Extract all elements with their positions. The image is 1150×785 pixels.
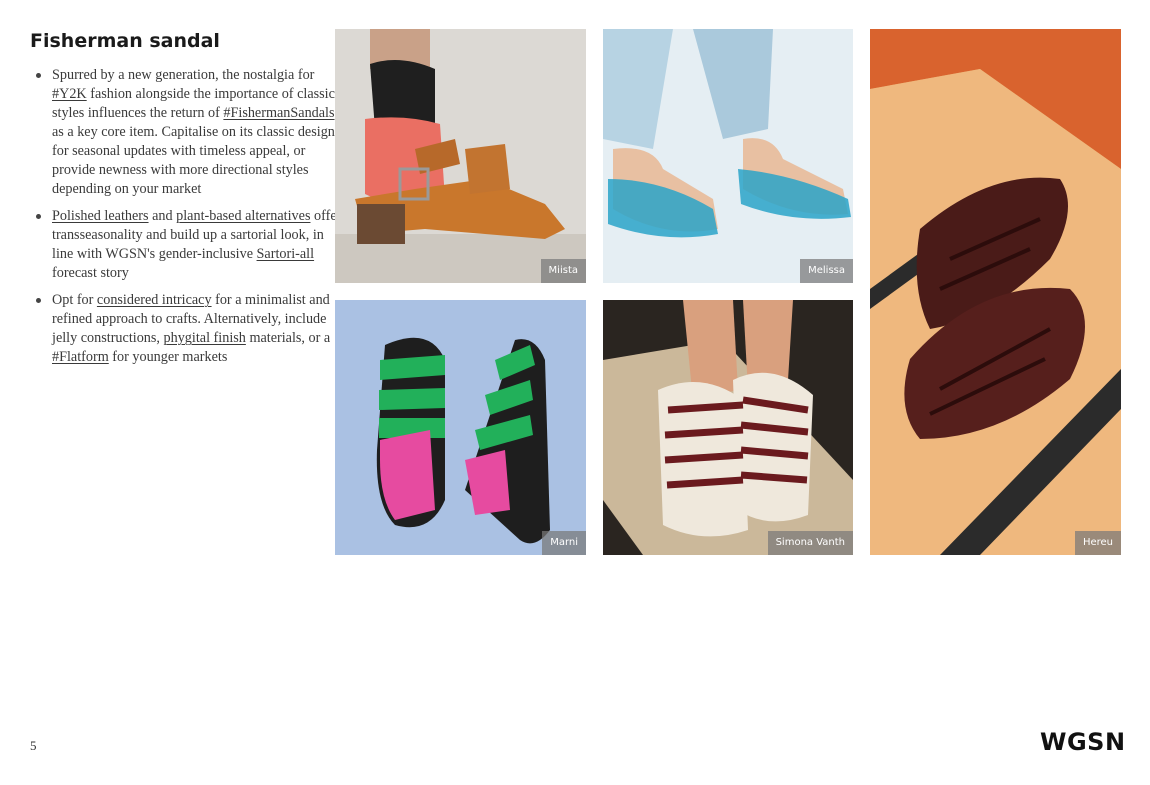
bullet-text: Opt for bbox=[52, 292, 97, 308]
bullet-item: Spurred by a new generation, the nostalg… bbox=[36, 66, 344, 199]
hashtag-link[interactable]: #Y2K bbox=[52, 86, 87, 102]
photo-credit: Melissa bbox=[800, 259, 853, 283]
hashtag-link[interactable]: plant-based alternatives bbox=[176, 208, 310, 224]
photo-marni: Marni bbox=[335, 300, 586, 555]
bullet-text: for younger markets bbox=[108, 349, 228, 365]
hashtag-link[interactable]: considered intricacy bbox=[97, 292, 212, 308]
photo-credit: Marni bbox=[542, 531, 586, 555]
photo-melissa: Melissa bbox=[603, 29, 853, 283]
bullet-list: Spurred by a new generation, the nostalg… bbox=[30, 66, 344, 375]
bullet-text: Spurred by a new generation, the nostalg… bbox=[52, 67, 315, 83]
photo-simona-vanth: Simona Vanth bbox=[603, 300, 853, 555]
hashtag-link[interactable]: phygital finish bbox=[164, 330, 246, 346]
page-number: 5 bbox=[30, 738, 37, 753]
bullet-text: materials, or a bbox=[245, 330, 331, 346]
photo-credit: Hereu bbox=[1074, 531, 1121, 555]
photo-credit: Miista bbox=[540, 259, 586, 283]
bullet-item: Polished leathers and plant-based altern… bbox=[36, 207, 344, 283]
bullet-text: forecast story bbox=[52, 265, 129, 281]
photo-miista: Miista bbox=[335, 29, 586, 283]
photo-credit: Simona Vanth bbox=[767, 531, 853, 555]
wgsn-logo: WGSN bbox=[1040, 728, 1126, 756]
hashtag-link[interactable]: Sartori-all bbox=[257, 246, 315, 262]
hashtag-link[interactable]: #FishermanSandals bbox=[223, 105, 334, 121]
page-title: Fisherman sandal bbox=[30, 30, 220, 52]
bullet-text: as a key core item. Capitalise on its cl… bbox=[52, 124, 335, 197]
bullet-text: and bbox=[148, 208, 177, 224]
hashtag-link[interactable]: #Flatform bbox=[52, 349, 109, 365]
bullet-item: Opt for considered intricacy for a minim… bbox=[36, 291, 344, 367]
hashtag-link[interactable]: Polished leathers bbox=[52, 208, 149, 224]
photo-hereu: Hereu bbox=[870, 29, 1121, 555]
